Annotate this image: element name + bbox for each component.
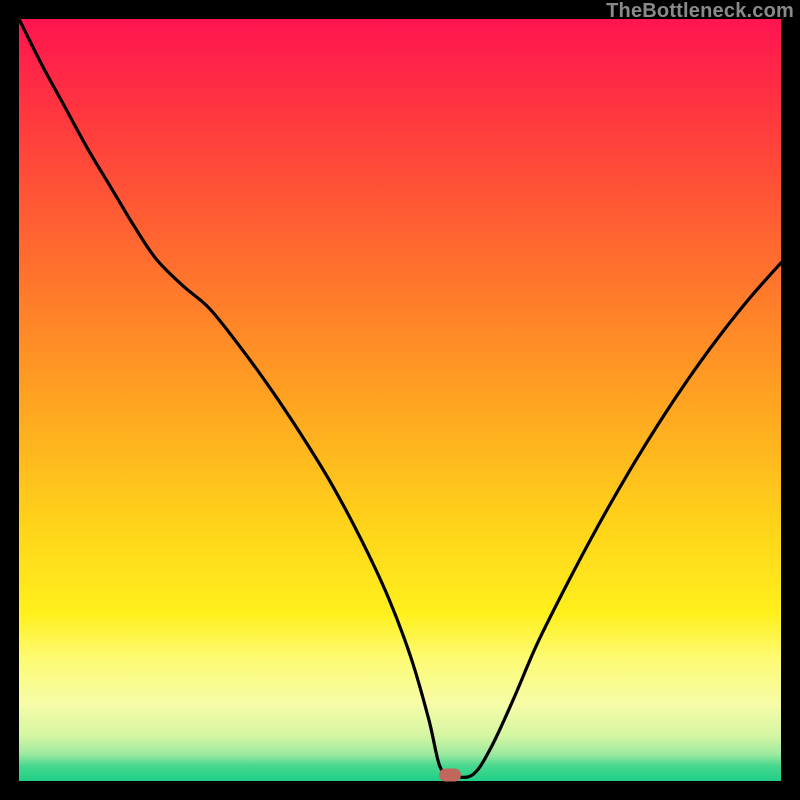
bottleneck-curve — [19, 19, 781, 781]
watermark-text: TheBottleneck.com — [606, 0, 794, 23]
chart-stage: TheBottleneck.com — [0, 0, 800, 800]
optimum-marker — [439, 768, 461, 781]
plot-area — [19, 19, 781, 781]
